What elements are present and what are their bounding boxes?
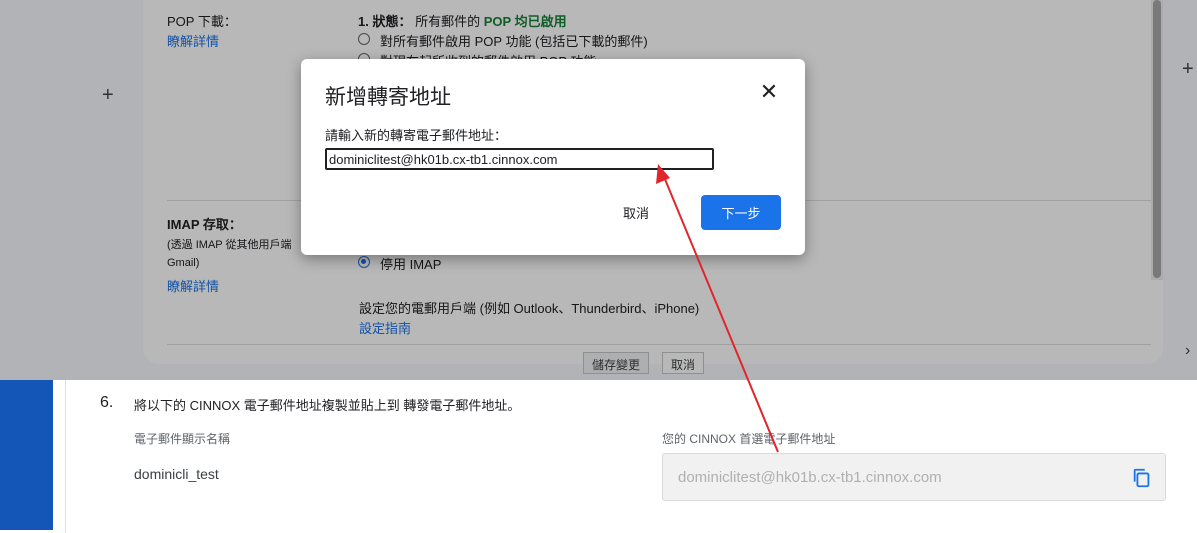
blue-sidebar bbox=[0, 380, 53, 530]
close-icon[interactable]: ✕ bbox=[756, 79, 782, 105]
add-forwarding-address-dialog: 新增轉寄地址 ✕ 請輸入新的轉寄電子郵件地址： 取消 下一步 bbox=[301, 59, 805, 255]
cinnox-instructions: 6. 將以下的 CINNOX 電子郵件地址複製並貼上到 轉發電子郵件地址。 電子… bbox=[0, 380, 1197, 533]
preferred-email-value: dominiclitest@hk01b.cx-tb1.cinnox.com bbox=[678, 469, 942, 486]
next-button[interactable]: 下一步 bbox=[701, 195, 781, 230]
dialog-cancel-button[interactable]: 取消 bbox=[623, 203, 649, 222]
display-name-value: dominicli_test bbox=[134, 466, 219, 482]
preferred-email-field[interactable]: dominiclitest@hk01b.cx-tb1.cinnox.com bbox=[662, 453, 1166, 501]
preferred-email-label: 您的 CINNOX 首選電子郵件地址 bbox=[662, 432, 836, 446]
dialog-prompt: 請輸入新的轉寄電子郵件地址： bbox=[325, 128, 508, 143]
dialog-title: 新增轉寄地址 bbox=[325, 86, 451, 109]
content-border bbox=[65, 380, 66, 533]
screenshot-stage: + + › POP 下載： 瞭解詳情 1. 狀態： 所有郵件的 POP 均已啟用… bbox=[0, 0, 1197, 533]
copy-icon[interactable] bbox=[1131, 467, 1153, 489]
display-name-label: 電子郵件顯示名稱 bbox=[134, 432, 231, 446]
step-number: 6. bbox=[100, 394, 114, 411]
gmail-settings-screenshot: + + › POP 下載： 瞭解詳情 1. 狀態： 所有郵件的 POP 均已啟用… bbox=[0, 0, 1197, 380]
step-instruction: 將以下的 CINNOX 電子郵件地址複製並貼上到 轉發電子郵件地址。 bbox=[134, 398, 521, 413]
forwarding-address-input[interactable] bbox=[325, 148, 714, 170]
